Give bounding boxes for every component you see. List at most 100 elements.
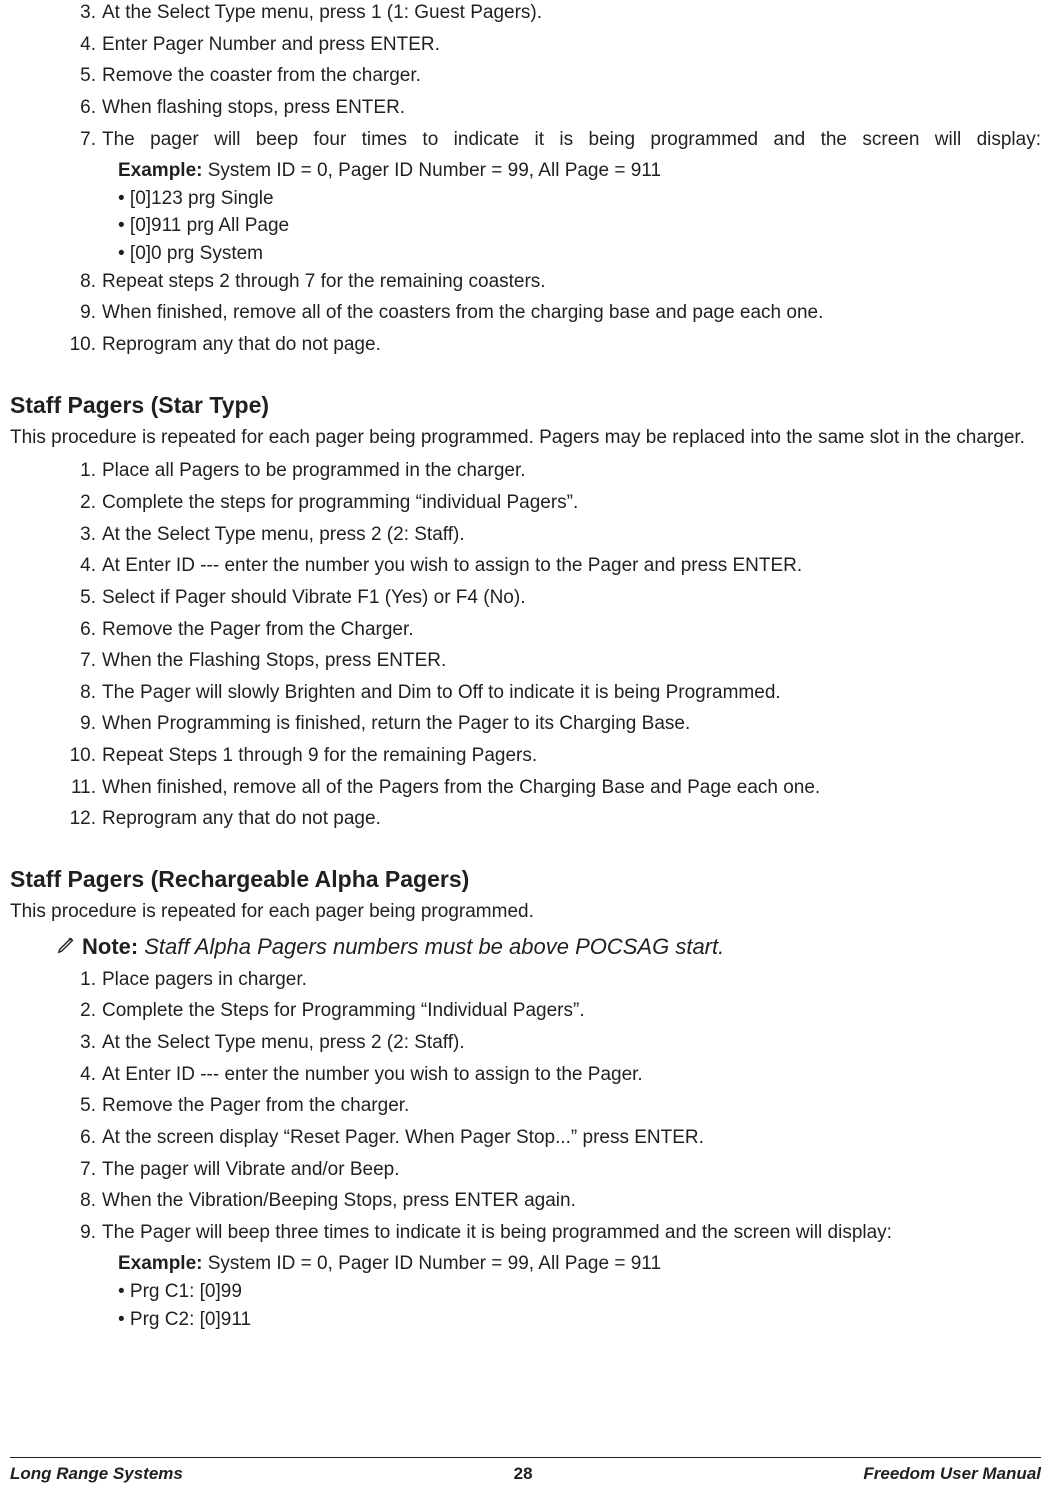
list-item: 9. When finished, remove all of the coas…: [10, 300, 1041, 326]
list-item: 5.Remove the Pager from the charger.: [10, 1093, 1041, 1119]
list-item: 7. The pager will beep four times to ind…: [10, 127, 1041, 153]
step-number: 8.: [10, 1188, 102, 1214]
bullet-item: • [0]911 prg All Page: [118, 213, 1041, 239]
section-intro: This procedure is repeated for each page…: [10, 425, 1041, 451]
list-item: 7.The pager will Vibrate and/or Beep.: [10, 1157, 1041, 1183]
step-text: Repeat steps 2 through 7 for the remaini…: [102, 269, 1041, 295]
step-number: 3.: [10, 1030, 102, 1056]
list-item: 6.At the screen display “Reset Pager. Wh…: [10, 1125, 1041, 1151]
step-number: 6.: [10, 1125, 102, 1151]
step-number: 5.: [10, 1093, 102, 1119]
step-number: 11.: [10, 775, 102, 801]
step-text: At Enter ID --- enter the number you wis…: [102, 1062, 1041, 1088]
step-text: Place all Pagers to be programmed in the…: [102, 458, 1041, 484]
footer-page-number: 28: [514, 1464, 533, 1484]
step-number: 4.: [10, 32, 102, 58]
step-text: Reprogram any that do not page.: [102, 806, 1041, 832]
step-number: 10.: [10, 743, 102, 769]
note-text: Staff Alpha Pagers numbers must be above…: [144, 934, 724, 960]
step-text: The pager will beep four times to indica…: [102, 127, 1041, 153]
step-text: At Enter ID --- enter the number you wis…: [102, 553, 1041, 579]
step-number: 9.: [10, 300, 102, 326]
example-text: System ID = 0, Pager ID Number = 99, All…: [202, 160, 661, 181]
step-number: 9.: [10, 711, 102, 737]
step-text: When flashing stops, press ENTER.: [102, 95, 1041, 121]
step-number: 8.: [10, 269, 102, 295]
example-line: Example: System ID = 0, Pager ID Number …: [118, 1251, 1041, 1277]
list-item: 5. Remove the coaster from the charger.: [10, 63, 1041, 89]
step-number: 5.: [10, 585, 102, 611]
step-number: 7.: [10, 127, 102, 153]
example-line: Example: System ID = 0, Pager ID Number …: [118, 158, 1041, 184]
step-number: 7.: [10, 648, 102, 674]
bullet-item: • Prg C1: [0]99: [118, 1279, 1041, 1305]
step-number: 8.: [10, 680, 102, 706]
list-item: 3.At the Select Type menu, press 2 (2: S…: [10, 1030, 1041, 1056]
step-number: 3.: [10, 0, 102, 26]
step-text: The Pager will beep three times to indic…: [102, 1220, 1041, 1246]
step-text: Reprogram any that do not page.: [102, 332, 1041, 358]
step-text: At the screen display “Reset Pager. When…: [102, 1125, 1041, 1151]
step-text: Repeat Steps 1 through 9 for the remaini…: [102, 743, 1041, 769]
step-number: 12.: [10, 806, 102, 832]
list-item: 2.Complete the Steps for Programming “In…: [10, 998, 1041, 1024]
step-number: 6.: [10, 617, 102, 643]
list-item: 6.Remove the Pager from the Charger.: [10, 617, 1041, 643]
list-item: 3. At the Select Type menu, press 1 (1: …: [10, 0, 1041, 26]
step-text: Remove the coaster from the charger.: [102, 63, 1041, 89]
bullet-item: • Prg C2: [0]911: [118, 1307, 1041, 1333]
list-item: 4.At Enter ID --- enter the number you w…: [10, 1062, 1041, 1088]
pencil-icon: [56, 933, 82, 961]
example-label: Example:: [118, 160, 202, 181]
list-item: 9.When Programming is finished, return t…: [10, 711, 1041, 737]
step-number: 4.: [10, 1062, 102, 1088]
note-label: Note:: [82, 934, 138, 960]
footer-left: Long Range Systems: [10, 1464, 183, 1484]
list-item: 1.Place all Pagers to be programmed in t…: [10, 458, 1041, 484]
step-number: 2.: [10, 998, 102, 1024]
step-text: When finished, remove all of the Pagers …: [102, 775, 1041, 801]
section-heading-alpha: Staff Pagers (Rechargeable Alpha Pagers): [10, 866, 1041, 893]
step-text: At the Select Type menu, press 1 (1: Gue…: [102, 0, 1041, 26]
list-item: 8.When the Vibration/Beeping Stops, pres…: [10, 1188, 1041, 1214]
step-text: Enter Pager Number and press ENTER.: [102, 32, 1041, 58]
step-text: Place pagers in charger.: [102, 967, 1041, 993]
page-footer: Long Range Systems 28 Freedom User Manua…: [10, 1457, 1041, 1484]
step-text: When Programming is finished, return the…: [102, 711, 1041, 737]
list-item: 11.When finished, remove all of the Page…: [10, 775, 1041, 801]
list-item: 12.Reprogram any that do not page.: [10, 806, 1041, 832]
step-text: When finished, remove all of the coaster…: [102, 300, 1041, 326]
list-item: 10. Reprogram any that do not page.: [10, 332, 1041, 358]
section-heading-star: Staff Pagers (Star Type): [10, 392, 1041, 419]
list-item: 7.When the Flashing Stops, press ENTER.: [10, 648, 1041, 674]
step-text: Complete the steps for programming “indi…: [102, 490, 1041, 516]
alpha-pagers-steps: 1.Place pagers in charger. 2.Complete th…: [10, 967, 1041, 1333]
step-number: 7.: [10, 1157, 102, 1183]
step-text: At the Select Type menu, press 2 (2: Sta…: [102, 522, 1041, 548]
list-item: 8. Repeat steps 2 through 7 for the rema…: [10, 269, 1041, 295]
step-text: At the Select Type menu, press 2 (2: Sta…: [102, 1030, 1041, 1056]
step-number: 2.: [10, 490, 102, 516]
guest-pagers-steps: 3. At the Select Type menu, press 1 (1: …: [10, 0, 1041, 358]
step-text: The pager will Vibrate and/or Beep.: [102, 1157, 1041, 1183]
list-item: 5.Select if Pager should Vibrate F1 (Yes…: [10, 585, 1041, 611]
step-number: 1.: [10, 967, 102, 993]
list-item: 9. The Pager will beep three times to in…: [10, 1220, 1041, 1246]
list-item: 10.Repeat Steps 1 through 9 for the rema…: [10, 743, 1041, 769]
list-item: 1.Place pagers in charger.: [10, 967, 1041, 993]
footer-right: Freedom User Manual: [863, 1464, 1041, 1484]
list-item: 3.At the Select Type menu, press 2 (2: S…: [10, 522, 1041, 548]
step-text: When the Vibration/Beeping Stops, press …: [102, 1188, 1041, 1214]
section-intro: This procedure is repeated for each page…: [10, 899, 1041, 925]
list-item: 6. When flashing stops, press ENTER.: [10, 95, 1041, 121]
bullet-item: • [0]0 prg System: [118, 241, 1041, 267]
list-item: 8.The Pager will slowly Brighten and Dim…: [10, 680, 1041, 706]
list-item: 2.Complete the steps for programming “in…: [10, 490, 1041, 516]
step-number: 9.: [10, 1220, 102, 1246]
example-text: System ID = 0, Pager ID Number = 99, All…: [202, 1253, 661, 1274]
step-number: 3.: [10, 522, 102, 548]
step-number: 1.: [10, 458, 102, 484]
step-number: 10.: [10, 332, 102, 358]
star-pagers-steps: 1.Place all Pagers to be programmed in t…: [10, 458, 1041, 832]
step-text: Select if Pager should Vibrate F1 (Yes) …: [102, 585, 1041, 611]
